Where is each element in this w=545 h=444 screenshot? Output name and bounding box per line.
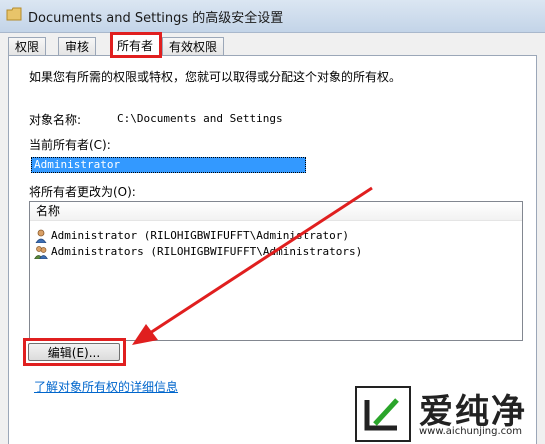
description-text: 如果您有所需的权限或特权，您就可以取得或分配这个对象的所有权。	[29, 70, 402, 84]
current-owner-field[interactable]: Administrator (RILOHIGBWIFUFFT\Administr…	[31, 157, 306, 185]
title-bar: Documents and Settings 的高级安全设置	[0, 0, 545, 33]
tab-label: 权限	[15, 40, 40, 54]
list-item-label: Administrator (RILOHIGBWIFUFFT\Administr…	[51, 229, 350, 242]
tab-label: 所有者	[117, 39, 154, 53]
folder-icon	[6, 7, 22, 21]
watermark: 爱纯净 www.aichunjing.com	[353, 382, 545, 444]
watermark-logo-icon	[355, 386, 411, 442]
tab-owner[interactable]: 所有者	[110, 34, 161, 56]
tab-permissions[interactable]: 权限	[8, 37, 47, 55]
ownership-info-link[interactable]: 了解对象所有权的详细信息	[34, 378, 178, 395]
object-name-label: 对象名称:	[29, 113, 82, 127]
tab-strip: 权限 审核 所有者 有效权限	[0, 32, 545, 56]
list-item-label: Administrators (RILOHIGBWIFUFFT\Administ…	[51, 245, 363, 258]
tab-label: 审核	[65, 40, 90, 54]
tab-auditing[interactable]: 审核	[58, 37, 97, 55]
tab-label: 有效权限	[169, 40, 218, 54]
tab-effective-permissions[interactable]: 有效权限	[162, 37, 225, 55]
list-item[interactable]: Administrator (RILOHIGBWIFUFFT\Administr…	[34, 228, 349, 244]
window-title: Documents and Settings 的高级安全设置	[28, 11, 284, 26]
list-column-header[interactable]: 名称	[30, 202, 522, 221]
edit-button[interactable]: 编辑(E)...	[28, 343, 120, 361]
object-name-value: C:\Documents and Settings	[117, 112, 283, 125]
user-icon	[35, 229, 47, 243]
group-icon	[34, 246, 48, 259]
list-item[interactable]: Administrators (RILOHIGBWIFUFFT\Administ…	[34, 244, 362, 260]
owner-candidate-list[interactable]: 名称 Administrator (RILOHIGBWIFUFFT\Admini…	[29, 201, 523, 341]
current-owner-label: 当前所有者(C):	[29, 138, 111, 152]
watermark-url: www.aichunjing.com	[419, 426, 522, 437]
change-owner-label: 将所有者更改为(O):	[29, 185, 136, 199]
